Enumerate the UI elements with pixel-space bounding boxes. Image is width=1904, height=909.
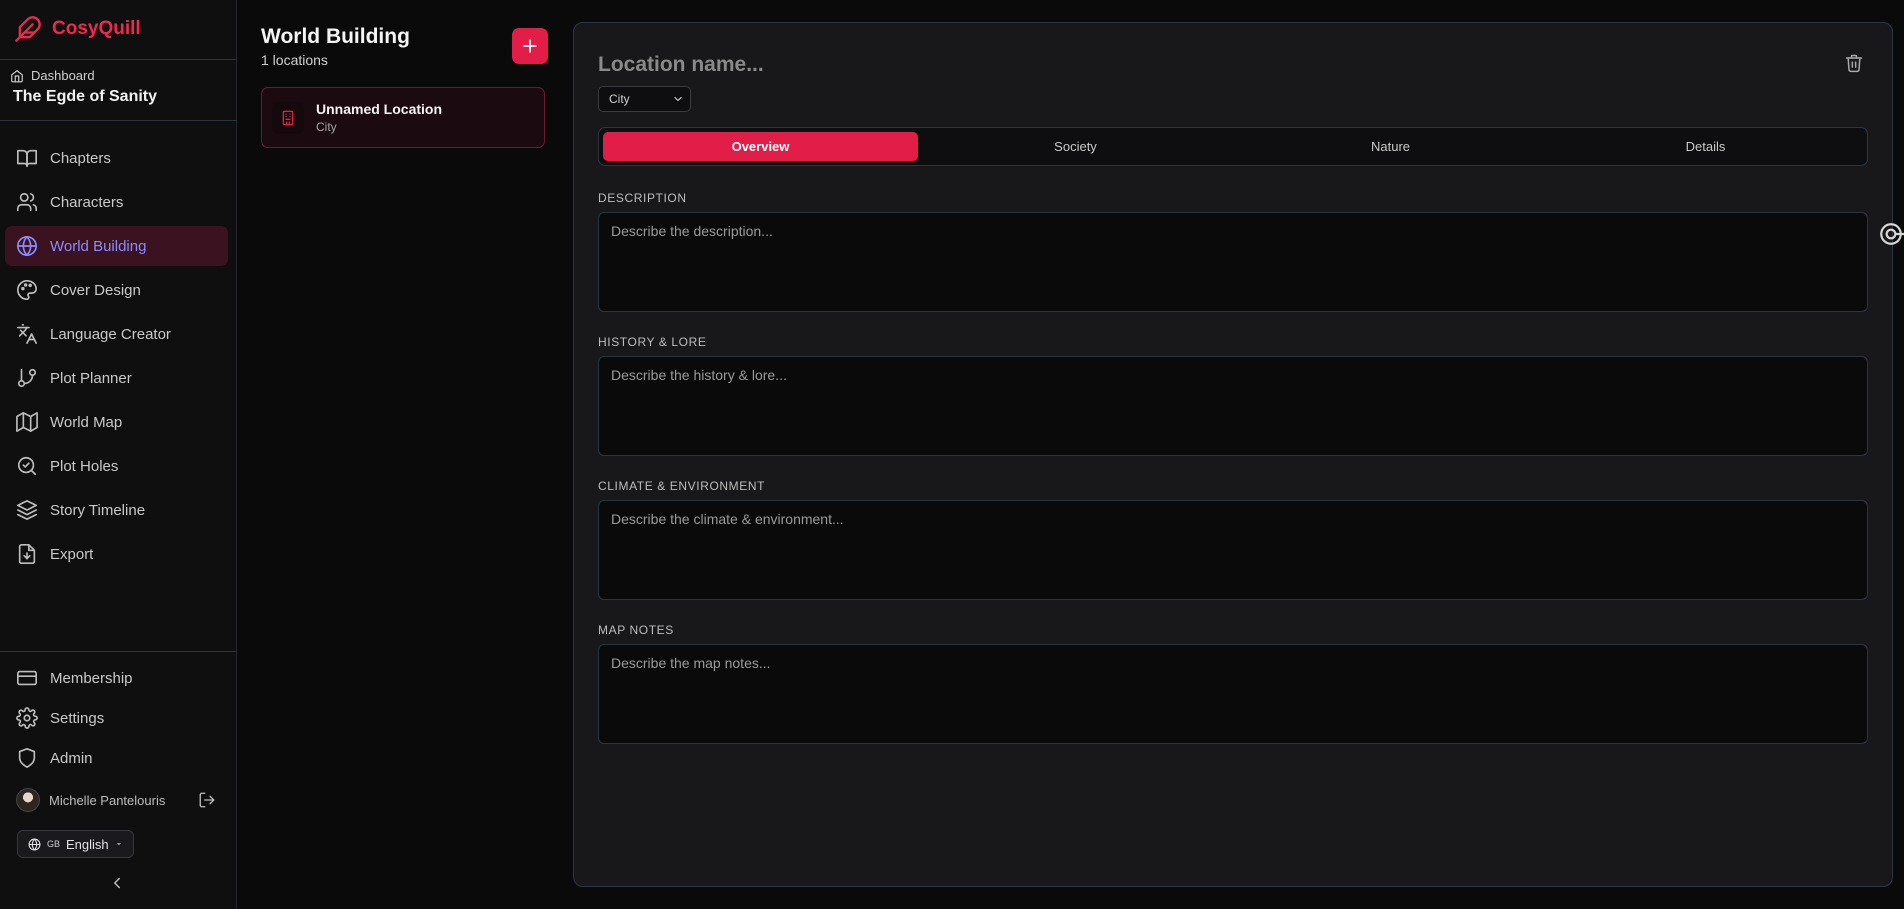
sidebar-item-label: Language Creator bbox=[50, 325, 171, 343]
sidebar-item-characters[interactable]: Characters bbox=[5, 182, 228, 222]
location-list-item[interactable]: Unnamed Location City bbox=[261, 87, 545, 148]
tab-society[interactable]: Society bbox=[918, 132, 1233, 161]
locations-count: 1 locations bbox=[261, 52, 328, 68]
sidebar-item-story-timeline[interactable]: Story Timeline bbox=[5, 490, 228, 530]
location-text: Unnamed Location City bbox=[316, 101, 442, 134]
divider bbox=[0, 651, 237, 652]
tab-overview[interactable]: Overview bbox=[603, 132, 918, 161]
sidebar-item-label: Export bbox=[50, 545, 94, 563]
sidebar-item-label: Plot Holes bbox=[50, 457, 119, 475]
locations-panel: World Building 1 locations Unnamed Locat… bbox=[238, 0, 568, 909]
location-type-select[interactable]: City bbox=[598, 86, 691, 112]
user-name: Michelle Pantelouris bbox=[49, 792, 166, 808]
climate-environment-label: CLIMATE & ENVIRONMENT bbox=[598, 479, 766, 493]
sidebar-item-label: Settings bbox=[50, 709, 105, 727]
sidebar: CosyQuill Dashboard The Egde of Sanity C… bbox=[0, 0, 237, 909]
chevron-down-icon bbox=[116, 843, 121, 846]
sidebar-item-label: Characters bbox=[50, 193, 124, 211]
location-name-input[interactable] bbox=[598, 49, 1198, 81]
trash-icon[interactable] bbox=[1844, 53, 1864, 73]
project-title: The Egde of Sanity bbox=[13, 88, 158, 105]
flag-code: GB bbox=[47, 839, 61, 849]
palette-icon bbox=[17, 280, 37, 300]
sidebar-item-membership[interactable]: Membership bbox=[5, 658, 228, 698]
chevron-left-icon[interactable] bbox=[108, 874, 126, 892]
sidebar-item-world-map[interactable]: World Map bbox=[5, 402, 228, 442]
sidebar-item-label: World Building bbox=[50, 237, 147, 255]
location-editor: City Overview Society Nature Details DES… bbox=[573, 22, 1893, 887]
feather-icon bbox=[15, 16, 41, 42]
git-branch-icon bbox=[17, 368, 37, 388]
divider bbox=[0, 59, 237, 60]
avatar[interactable] bbox=[16, 788, 40, 812]
language-label: English bbox=[66, 836, 109, 852]
description-field[interactable]: Describe the description... bbox=[598, 212, 1868, 312]
sidebar-item-label: Admin bbox=[50, 749, 93, 767]
map-icon bbox=[16, 412, 38, 432]
divider bbox=[0, 120, 237, 121]
map-notes-field[interactable]: Describe the map notes... bbox=[598, 644, 1868, 744]
climate-environment-field[interactable]: Describe the climate & environment... bbox=[598, 500, 1868, 600]
climate-environment-placeholder: Describe the climate & environment... bbox=[611, 511, 844, 527]
sidebar-item-world-building[interactable]: World Building bbox=[5, 226, 228, 266]
bottom-nav: Membership Settings Admin bbox=[5, 658, 228, 778]
home-icon bbox=[11, 69, 23, 82]
credit-card-icon bbox=[17, 670, 37, 686]
sidebar-item-label: Chapters bbox=[50, 149, 111, 167]
globe-icon bbox=[17, 236, 37, 256]
file-export-icon bbox=[18, 544, 36, 564]
map-notes-placeholder: Describe the map notes... bbox=[611, 655, 771, 671]
sidebar-item-admin[interactable]: Admin bbox=[5, 738, 228, 778]
languages-icon bbox=[17, 324, 37, 344]
sidebar-item-label: World Map bbox=[50, 413, 123, 431]
tab-details[interactable]: Details bbox=[1548, 132, 1863, 161]
user-profile: Michelle Pantelouris bbox=[16, 787, 216, 813]
sidebar-item-label: Membership bbox=[50, 669, 133, 687]
sidebar-item-plot-holes[interactable]: Plot Holes bbox=[5, 446, 228, 486]
shield-icon bbox=[18, 748, 36, 768]
globe-icon bbox=[28, 838, 41, 850]
brand[interactable]: CosyQuill bbox=[14, 14, 141, 44]
sidebar-item-language-creator[interactable]: Language Creator bbox=[5, 314, 228, 354]
sidebar-item-cover-design[interactable]: Cover Design bbox=[5, 270, 228, 310]
assistant-widget-icon[interactable] bbox=[1878, 221, 1904, 247]
editor-tabs: Overview Society Nature Details bbox=[598, 127, 1868, 166]
description-placeholder: Describe the description... bbox=[611, 223, 773, 239]
users-icon bbox=[17, 192, 37, 212]
page-title: World Building bbox=[261, 25, 410, 48]
dashboard-link[interactable]: Dashboard bbox=[10, 68, 95, 83]
layers-icon bbox=[17, 500, 37, 520]
main-nav: Chapters Characters World Building Cover… bbox=[5, 138, 228, 578]
history-lore-placeholder: Describe the history & lore... bbox=[611, 367, 787, 383]
history-lore-field[interactable]: Describe the history & lore... bbox=[598, 356, 1868, 456]
location-name: Unnamed Location bbox=[316, 101, 443, 117]
language-selector[interactable]: GB English bbox=[17, 830, 134, 858]
sidebar-item-export[interactable]: Export bbox=[5, 534, 228, 574]
history-lore-label: HISTORY & LORE bbox=[598, 335, 707, 349]
gear-icon bbox=[16, 707, 38, 729]
sidebar-item-label: Cover Design bbox=[50, 281, 141, 299]
sidebar-item-plot-planner[interactable]: Plot Planner bbox=[5, 358, 228, 398]
description-label: DESCRIPTION bbox=[598, 191, 687, 205]
logout-icon[interactable] bbox=[198, 791, 216, 809]
dashboard-label: Dashboard bbox=[31, 68, 95, 83]
building-icon bbox=[272, 101, 304, 134]
sidebar-item-chapters[interactable]: Chapters bbox=[5, 138, 228, 178]
book-open-icon bbox=[17, 149, 37, 168]
plus-icon bbox=[523, 39, 537, 53]
app-name: CosyQuill bbox=[52, 18, 141, 39]
tab-nature[interactable]: Nature bbox=[1233, 132, 1548, 161]
chevron-down-icon bbox=[674, 96, 682, 102]
map-notes-label: MAP NOTES bbox=[598, 623, 674, 637]
location-type-value: City bbox=[609, 92, 630, 106]
sidebar-item-label: Plot Planner bbox=[50, 369, 132, 387]
search-check-icon bbox=[17, 456, 37, 476]
sidebar-item-settings[interactable]: Settings bbox=[5, 698, 228, 738]
location-type: City bbox=[316, 120, 337, 134]
add-location-button[interactable] bbox=[512, 28, 548, 64]
sidebar-item-label: Story Timeline bbox=[50, 501, 146, 519]
